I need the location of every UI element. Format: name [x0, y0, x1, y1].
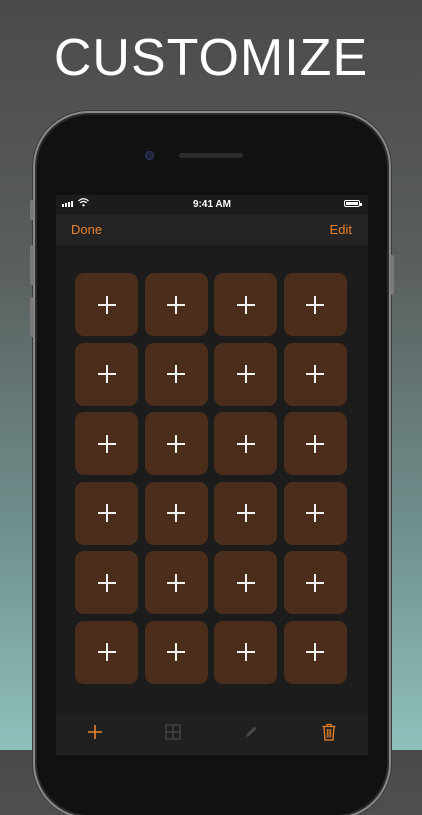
add-tile-button[interactable] — [283, 412, 347, 475]
add-tile-button[interactable] — [75, 551, 138, 614]
plus-icon — [306, 434, 324, 453]
plus-icon — [236, 573, 255, 592]
plus-icon — [236, 365, 255, 383]
pencil-icon — [246, 726, 257, 737]
add-tile-button[interactable] — [75, 481, 138, 545]
status-time: 9:41 AM — [193, 199, 231, 210]
plus-icon — [97, 643, 116, 661]
add-tile-button[interactable] — [214, 412, 277, 475]
status-bar: 9:41 AM — [56, 195, 368, 215]
edit-tile-button[interactable] — [240, 721, 262, 743]
add-tile-button[interactable] — [214, 481, 277, 545]
navigation-bar: Done Edit — [56, 215, 368, 245]
plus-icon — [306, 295, 324, 314]
mute-switch — [30, 200, 34, 220]
add-tile-button[interactable] — [144, 273, 208, 336]
trash-icon — [322, 723, 336, 741]
plus-icon — [167, 365, 185, 383]
add-button[interactable] — [84, 721, 106, 743]
bottom-toolbar — [56, 715, 368, 755]
add-tile-button[interactable] — [214, 342, 277, 406]
layout-button[interactable] — [162, 721, 184, 743]
plus-icon — [97, 365, 116, 383]
add-tile-button[interactable] — [144, 412, 208, 475]
app-screen: 9:41 AM Done Edit — [56, 195, 368, 755]
plus-icon — [236, 504, 255, 522]
plus-icon — [306, 573, 324, 592]
add-tile-button[interactable] — [214, 273, 277, 336]
edit-button[interactable]: Edit — [330, 222, 352, 237]
add-tile-button[interactable] — [75, 273, 138, 336]
add-tile-button[interactable] — [75, 620, 138, 684]
volume-up-button — [30, 245, 34, 285]
tile-grid — [75, 273, 349, 684]
plus-icon — [236, 434, 255, 453]
add-tile-button[interactable] — [214, 620, 277, 684]
plus-icon — [167, 573, 185, 592]
layout-grid-icon — [165, 724, 181, 740]
add-tile-button[interactable] — [144, 481, 208, 545]
plus-icon — [306, 643, 324, 661]
add-tile-button[interactable] — [75, 342, 138, 406]
plus-icon — [167, 434, 185, 453]
add-tile-button[interactable] — [283, 273, 347, 336]
delete-button[interactable] — [318, 721, 340, 743]
add-tile-button[interactable] — [214, 551, 277, 614]
add-tile-button[interactable] — [283, 342, 347, 406]
power-button — [390, 255, 394, 295]
done-button[interactable]: Done — [71, 222, 102, 237]
add-icon — [88, 725, 102, 739]
plus-icon — [167, 504, 185, 522]
earpiece-speaker — [179, 153, 243, 158]
plus-icon — [306, 365, 324, 383]
plus-icon — [167, 643, 185, 661]
add-tile-button[interactable] — [144, 342, 208, 406]
add-tile-button[interactable] — [283, 620, 347, 684]
add-tile-button[interactable] — [283, 551, 347, 614]
plus-icon — [97, 295, 116, 314]
plus-icon — [236, 295, 255, 314]
add-tile-button[interactable] — [144, 551, 208, 614]
headline: CUSTOMIZE — [53, 29, 369, 87]
plus-icon — [236, 643, 255, 661]
front-camera-icon — [145, 151, 154, 160]
add-tile-button[interactable] — [144, 620, 208, 684]
plus-icon — [167, 295, 185, 314]
battery-icon — [344, 200, 362, 207]
plus-icon — [97, 573, 116, 592]
add-tile-button[interactable] — [75, 412, 138, 475]
plus-icon — [306, 504, 324, 522]
plus-icon — [97, 434, 116, 453]
phone-frame: 9:41 AM Done Edit — [30, 115, 394, 815]
volume-down-button — [30, 297, 34, 337]
plus-icon — [97, 504, 116, 522]
add-tile-button[interactable] — [283, 481, 347, 545]
